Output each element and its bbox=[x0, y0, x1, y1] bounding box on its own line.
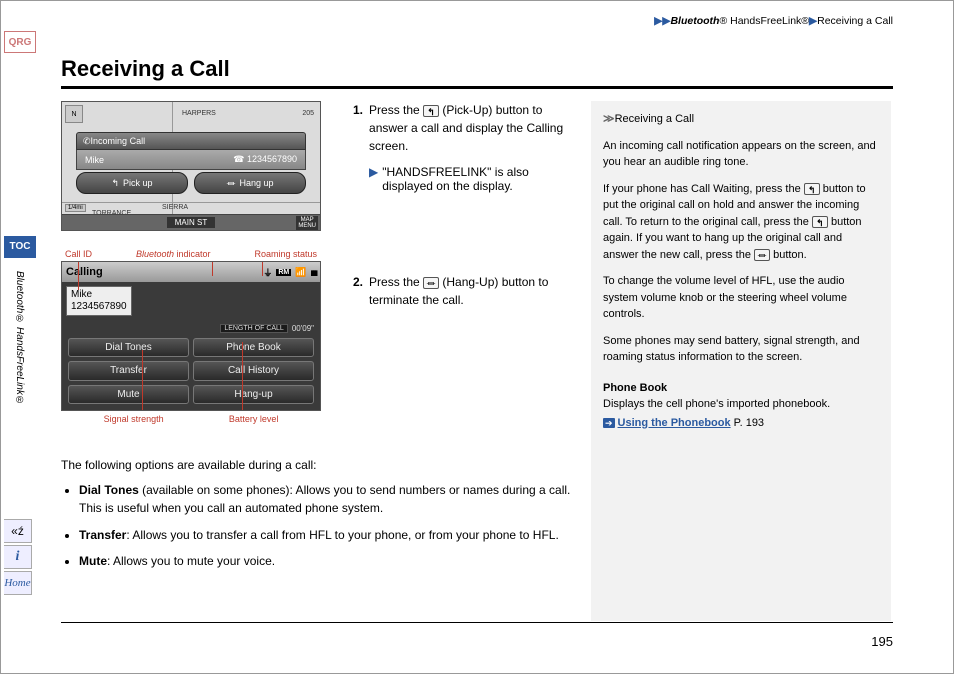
callout-labels-bottom: Signal strength Battery level bbox=[61, 411, 321, 424]
pickup-button[interactable]: ↰Pick up bbox=[76, 172, 188, 194]
list-item: Mute: Allows you to mute your voice. bbox=[79, 552, 571, 571]
figure-calling-screen: Calling RM Mike 1234567890 LENGTH OF CAL… bbox=[61, 261, 321, 411]
battery-icon bbox=[310, 267, 316, 277]
sidebar-paragraph: Some phones may send battery, signal str… bbox=[603, 333, 879, 366]
options-section: The following options are available duri… bbox=[61, 456, 571, 579]
info-icon[interactable]: i bbox=[4, 545, 32, 569]
pickup-icon bbox=[804, 183, 820, 195]
link-arrow-icon bbox=[603, 417, 618, 429]
step-number: 1. bbox=[353, 101, 363, 155]
info-sidebar: ≫ Receiving a Call An incoming call noti… bbox=[591, 101, 891, 621]
hangup-button[interactable]: ⏛Hang up bbox=[194, 172, 306, 194]
bottom-bar: MAIN ST MAPMENU bbox=[62, 214, 320, 230]
roaming-badge: RM bbox=[276, 269, 291, 276]
phonebook-link[interactable]: Using the Phonebook bbox=[618, 417, 731, 429]
home-icon[interactable]: Home bbox=[4, 571, 32, 595]
tab-qrg[interactable]: QRG bbox=[4, 31, 36, 53]
steps-column: 1. Press the (Pick-Up) button to answer … bbox=[353, 101, 573, 319]
call-history-button[interactable]: Call History bbox=[193, 361, 314, 380]
bluetooth-icon bbox=[263, 266, 272, 279]
road-label: 205 bbox=[302, 110, 314, 117]
section-name-vertical: Bluetooth® HandsFreeLink® bbox=[14, 271, 25, 431]
incoming-call-info: Mike ☎ 1234567890 bbox=[76, 150, 306, 170]
sidebar-paragraph: To change the volume level of HFL, use t… bbox=[603, 273, 879, 323]
map-scale: 1/4mi bbox=[65, 204, 86, 212]
calling-title: Calling bbox=[66, 266, 103, 278]
caller-id-box: Mike 1234567890 bbox=[66, 286, 132, 316]
signal-icon bbox=[295, 267, 306, 278]
page-title-bar: Receiving a Call bbox=[61, 56, 893, 89]
voice-icon[interactable]: «ź bbox=[4, 519, 32, 543]
transfer-button[interactable]: Transfer bbox=[68, 361, 189, 380]
call-length: LENGTH OF CALL 00'09" bbox=[220, 324, 314, 333]
sidebar-paragraph: If your phone has Call Waiting, press th… bbox=[603, 181, 879, 264]
hangup-icon bbox=[423, 277, 439, 289]
step-text: Press the (Hang-Up) button to terminate … bbox=[369, 273, 573, 309]
phonebook-text: Displays the cell phone's imported phone… bbox=[603, 396, 879, 413]
compass-icon: N bbox=[65, 105, 83, 123]
list-item: Transfer: Allows you to transfer a call … bbox=[79, 526, 571, 545]
hangup-icon bbox=[754, 249, 770, 261]
callout-labels-top: Call ID Bluetooth indicator Roaming stat… bbox=[61, 249, 321, 261]
figure-incoming-call: N HARPERS TORRANCE SIERRA 205 Incoming C… bbox=[61, 101, 321, 231]
step-substep: ▶"HANDSFREELINK" is also displayed on th… bbox=[369, 165, 573, 193]
hangup-button[interactable]: Hang-up bbox=[193, 385, 314, 404]
page-footer-rule bbox=[61, 622, 893, 623]
map-menu-button[interactable]: MAPMENU bbox=[296, 216, 318, 230]
incoming-call-header: Incoming Call bbox=[76, 132, 306, 150]
pickup-icon bbox=[423, 105, 439, 117]
phone-book-button[interactable]: Phone Book bbox=[193, 338, 314, 357]
tab-toc[interactable]: TOC bbox=[4, 236, 36, 258]
road-label: HARPERS bbox=[182, 110, 216, 117]
dial-tones-button[interactable]: Dial Tones bbox=[68, 338, 189, 357]
sidebar-paragraph: An incoming call notification appears on… bbox=[603, 138, 879, 171]
page-number: 195 bbox=[871, 634, 893, 649]
page-title: Receiving a Call bbox=[61, 56, 893, 82]
pickup-icon bbox=[812, 216, 828, 228]
mute-button[interactable]: Mute bbox=[68, 385, 189, 404]
step-number: 2. bbox=[353, 273, 363, 309]
list-item: Dial Tones (available on some phones): A… bbox=[79, 481, 571, 518]
breadcrumb: ▶▶Bluetooth® HandsFreeLink®▶Receiving a … bbox=[654, 15, 893, 27]
phonebook-heading: Phone Book bbox=[603, 380, 879, 397]
step-text: Press the (Pick-Up) button to answer a c… bbox=[369, 101, 573, 155]
road-label: SIERRA bbox=[162, 204, 188, 211]
